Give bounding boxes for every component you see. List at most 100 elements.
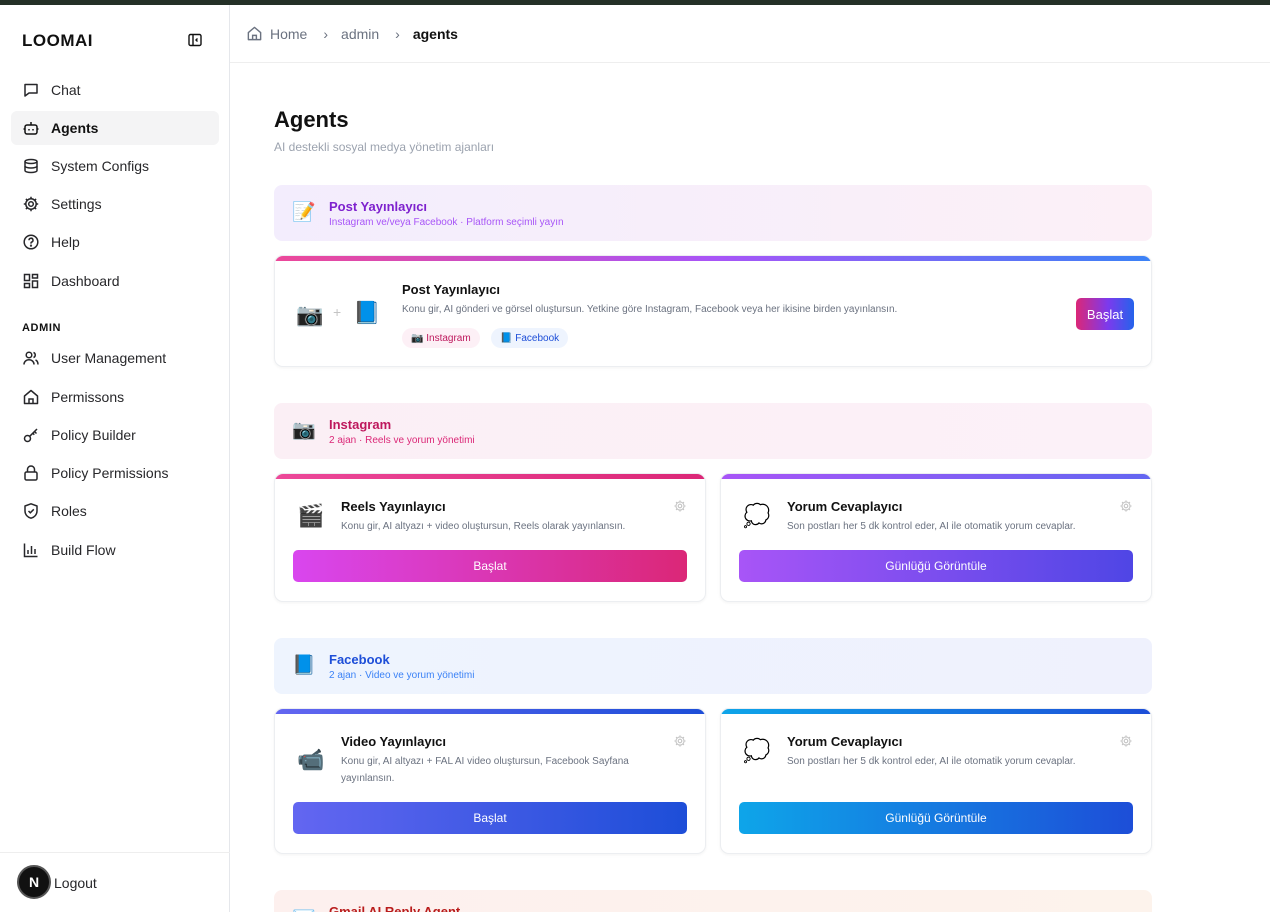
reels-start-button[interactable]: Başlat [293, 550, 687, 582]
brand-logo: LOOMAI [22, 31, 93, 50]
breadcrumb: Home › admin › agents [230, 5, 1270, 63]
instagram-group-title: Instagram [329, 417, 392, 432]
sidebar-item-label: Policy Permissions [51, 465, 169, 481]
sidebar-item-label: Help [51, 234, 80, 250]
sidebar-item-chat[interactable]: Chat [11, 73, 219, 107]
facebook-group-header: 📘 Facebook 2 ajan · Video ve yorum yönet… [274, 638, 1152, 694]
admin-section-label: ADMIN [22, 322, 62, 334]
sidebar-item-dashboard[interactable]: Dashboard [11, 264, 219, 298]
sidebar-item-label: Dashboard [51, 273, 120, 289]
database-icon [24, 158, 38, 174]
post-group-header: 📝 Post Yayınlayıcı Instagram ve/veya Fac… [274, 185, 1152, 241]
instagram-group-header: 📷 Instagram 2 ajan · Reels ve yorum yöne… [274, 403, 1152, 459]
sidebar-item-label: Permissons [51, 389, 125, 405]
sidebar-item-policy-permissions[interactable]: Policy Permissions [11, 456, 219, 490]
post-card-description: Konu gir, AI gönderi ve görsel oluştursu… [402, 304, 898, 315]
email-icon: 📧 [292, 907, 316, 912]
gear-icon[interactable] [1119, 499, 1133, 513]
blue-book-icon: 📘 [292, 655, 316, 676]
breadcrumb-admin[interactable]: admin [341, 26, 379, 42]
home-icon [247, 26, 262, 41]
facebook-group-title: Facebook [329, 652, 390, 667]
shield-icon [24, 503, 38, 519]
page-subtitle: AI destekli sosyal medya yönetim ajanlar… [274, 140, 495, 154]
card-accent-stripe [721, 709, 1151, 714]
sidebar-item-settings[interactable]: Settings [11, 187, 219, 221]
camera-icon: 📷 [292, 420, 316, 441]
video-publisher-card: 📹 Video Yayınlayıcı Konu gir, AI altyazı… [274, 708, 706, 854]
avatar[interactable]: N [17, 865, 51, 899]
sidebar-item-label: User Management [51, 350, 167, 366]
users-icon [23, 351, 39, 365]
sidebar-item-help[interactable]: Help [11, 225, 219, 259]
sidebar-toggle-icon[interactable] [185, 30, 205, 50]
gear-icon[interactable] [673, 734, 687, 748]
breadcrumb-home[interactable]: Home [246, 25, 307, 42]
sidebar-item-label: Policy Builder [51, 427, 136, 443]
comment-card-title: Yorum Cevaplayıcı [787, 734, 903, 749]
chat-icon [24, 83, 38, 97]
sidebar-item-system-configs[interactable]: System Configs [11, 149, 219, 183]
blue-book-icon: 📘 [353, 300, 381, 325]
facebook-tag[interactable]: 📘 Facebook [491, 328, 569, 348]
reels-card-title: Reels Yayınlayıcı [341, 499, 446, 514]
gmail-group-header: 📧 Gmail AI Reply Agent [274, 890, 1152, 912]
sidebar-item-permissons[interactable]: Permissons [11, 380, 219, 414]
post-card-title: Post Yayınlayıcı [402, 282, 501, 297]
main-content: Agents AI destekli sosyal medya yönetim … [230, 63, 1270, 912]
sidebar-item-roles[interactable]: Roles [11, 494, 219, 528]
card-accent-stripe [275, 256, 1151, 261]
video-card-title: Video Yayınlayıcı [341, 734, 447, 749]
sidebar-item-policy-builder[interactable]: Policy Builder [11, 418, 219, 452]
sidebar: LOOMAI Chat Agents System Configs Settin… [0, 5, 230, 912]
card-accent-stripe [275, 709, 705, 714]
post-start-button[interactable]: Başlat [1076, 298, 1134, 330]
sidebar-item-label: Chat [51, 82, 81, 98]
video-start-button[interactable]: Başlat [293, 802, 687, 834]
video-camera-icon: 📹 [297, 747, 325, 772]
facebook-group-subtitle: 2 ajan · Video ve yorum yönetimi [329, 670, 475, 681]
breadcrumb-separator: › [323, 25, 329, 42]
logout-button[interactable]: Logout [54, 875, 97, 891]
home-icon [23, 389, 39, 405]
comment-card-description: Son postları her 5 dk kontrol eder, AI i… [787, 756, 1076, 767]
key-icon [23, 428, 38, 443]
sidebar-item-label: Roles [51, 503, 87, 519]
sidebar-item-label: Build Flow [51, 542, 116, 558]
instagram-comment-reply-card: 💭 Yorum Cevaplayıcı Son postları her 5 d… [720, 473, 1152, 602]
gear-icon[interactable] [1119, 734, 1133, 748]
thought-bubble-icon: 💭 [743, 503, 771, 528]
comment-card-description: Son postları her 5 dk kontrol eder, AI i… [787, 521, 1076, 532]
reels-publisher-card: 🎬 Reels Yayınlayıcı Konu gir, AI altyazı… [274, 473, 706, 602]
comment-card-title: Yorum Cevaplayıcı [787, 499, 903, 514]
dashboard-icon [23, 273, 39, 289]
sidebar-footer: N Logout [0, 852, 230, 912]
view-log-button[interactable]: Günlüğü Görüntüle [739, 550, 1133, 582]
gear-icon[interactable] [673, 499, 687, 513]
post-group-title: Post Yayınlayıcı [329, 199, 428, 214]
bar-chart-icon [23, 543, 38, 558]
card-accent-stripe [275, 474, 705, 479]
lock-icon [24, 465, 38, 481]
thought-bubble-icon: 💭 [743, 738, 771, 763]
breadcrumb-home-label: Home [270, 25, 308, 42]
view-log-button[interactable]: Günlüğü Görüntüle [739, 802, 1133, 834]
sidebar-item-build-flow[interactable]: Build Flow [11, 533, 219, 567]
post-publisher-card: 📷 + 📘 Post Yayınlayıcı Konu gir, AI gönd… [274, 255, 1152, 367]
instagram-tag[interactable]: 📷 Instagram [402, 328, 480, 348]
sidebar-item-label: Agents [51, 120, 99, 136]
page-title: Agents [274, 107, 349, 132]
post-group-subtitle: Instagram ve/veya Facebook · Platform se… [329, 217, 564, 228]
help-circle-icon [23, 234, 39, 250]
facebook-comment-reply-card: 💭 Yorum Cevaplayıcı Son postları her 5 d… [720, 708, 1152, 854]
sidebar-item-agents[interactable]: Agents [11, 111, 219, 145]
video-card-description: Konu gir, AI altyazı + FAL AI video oluş… [341, 756, 629, 784]
card-accent-stripe [721, 474, 1151, 479]
gmail-group-title: Gmail AI Reply Agent [329, 904, 461, 912]
memo-icon: 📝 [292, 202, 316, 223]
sidebar-item-label: System Configs [51, 158, 150, 174]
instagram-group-subtitle: 2 ajan · Reels ve yorum yönetimi [329, 435, 475, 446]
breadcrumb-separator: › [395, 25, 400, 42]
sidebar-item-user-management[interactable]: User Management [11, 341, 219, 375]
reels-card-description: Konu gir, AI altyazı + video oluştursun,… [341, 521, 626, 532]
